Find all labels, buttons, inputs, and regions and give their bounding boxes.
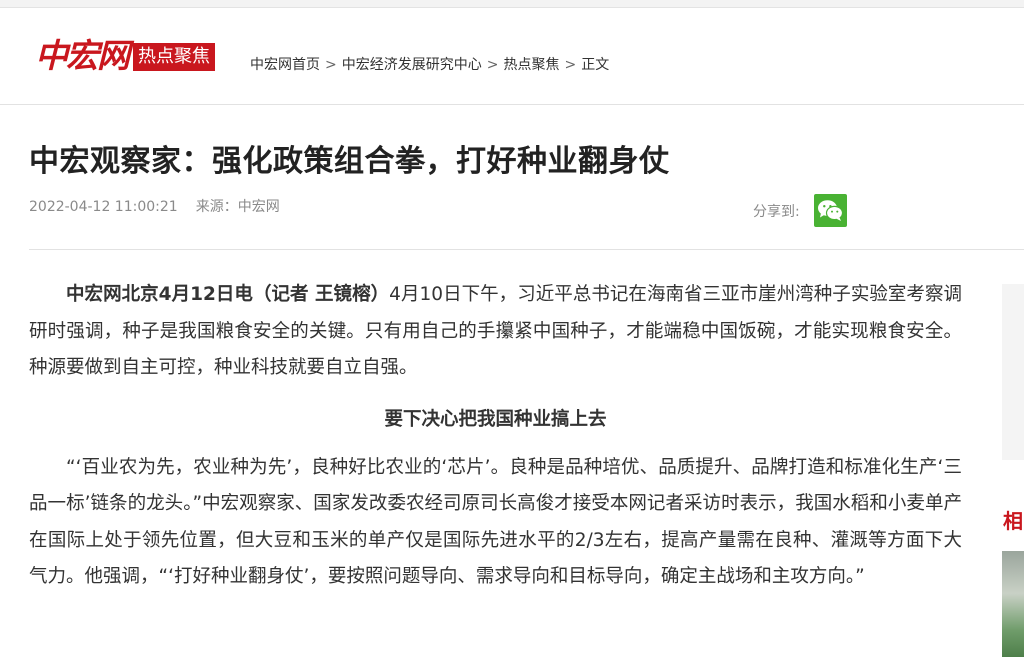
breadcrumb-separator: > xyxy=(325,57,337,73)
article-paragraph: 中宏网北京4月12日电（记者 王镜榕）4月10日下午，习近平总书记在海南省三亚市… xyxy=(29,277,962,387)
wechat-icon xyxy=(818,200,844,221)
breadcrumb-current: 正文 xyxy=(581,57,610,73)
breadcrumb-separator: > xyxy=(486,57,499,73)
article-paragraph: “‘百业农为先，农业种为先’，良种好比农业的‘芯片’。良种是品种培优、品质提升、… xyxy=(29,456,962,588)
section-subheading: 要下决心把我国种业搞上去 xyxy=(384,408,607,430)
breadcrumb-separator: > xyxy=(564,57,577,73)
header-divider xyxy=(29,249,1024,250)
sidebar-panel xyxy=(1002,284,1024,460)
breadcrumb-research-center[interactable]: 中宏经济发展研究中心 xyxy=(342,57,482,73)
publish-datetime: 2022-04-12 11:00:21 xyxy=(29,199,178,215)
article-source: 来源：中宏网 xyxy=(195,199,280,215)
dateline: 中宏网北京4月12日电（记者 王镜榕） xyxy=(66,284,390,305)
breadcrumb-home[interactable]: 中宏网首页 xyxy=(250,57,320,73)
article-body: 中宏网北京4月12日电（记者 王镜榕）4月10日下午，习近平总书记在海南省三亚市… xyxy=(29,277,962,596)
article-meta: 2022-04-12 11:00:21 来源：中宏网 xyxy=(29,197,280,217)
top-strip xyxy=(0,0,1024,8)
breadcrumb-hot-topics[interactable]: 热点聚焦 xyxy=(503,57,559,73)
sidebar-thumbnail[interactable] xyxy=(1002,551,1024,657)
site-logo[interactable]: 中宏网 xyxy=(35,36,130,76)
article-title: 中宏观察家：强化政策组合拳，打好种业翻身仗 xyxy=(29,144,670,179)
share-label: 分享到: xyxy=(753,204,800,220)
channel-tag[interactable]: 热点聚焦 xyxy=(133,43,215,71)
site-header: 中宏网 热点聚焦 中宏网首页 > 中宏经济发展研究中心 > 热点聚焦 > 正文 xyxy=(0,8,1024,105)
sidebar-heading: 相 xyxy=(1003,509,1023,533)
breadcrumb: 中宏网首页 > 中宏经济发展研究中心 > 热点聚焦 > 正文 xyxy=(250,55,609,75)
wechat-share-button[interactable] xyxy=(814,194,847,227)
